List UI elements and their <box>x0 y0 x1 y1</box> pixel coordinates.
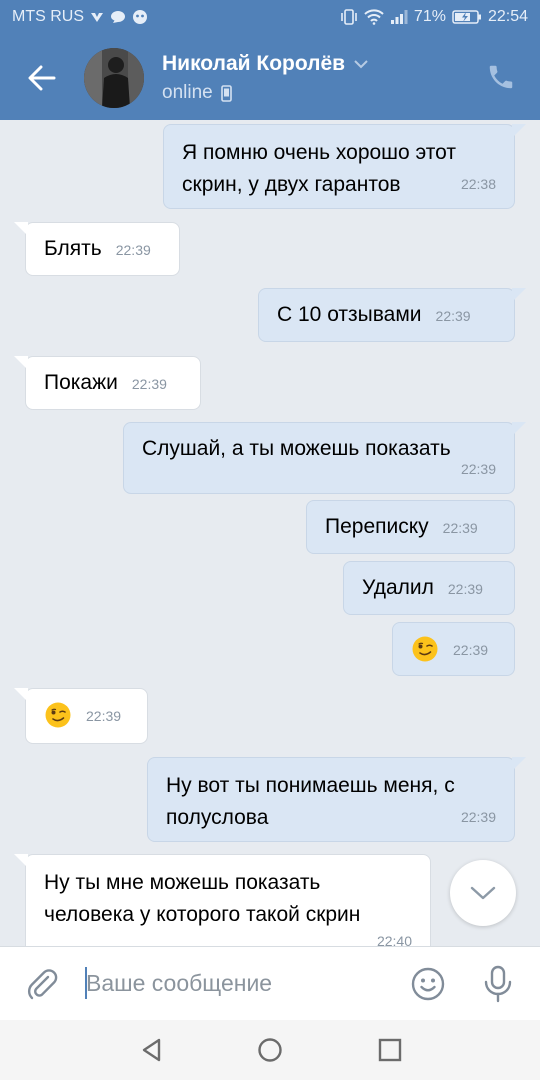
message-incoming[interactable]: Ну ты мне можешь показать человека у кот… <box>14 854 431 946</box>
clock: 22:54 <box>487 8 528 25</box>
avatar-photo <box>84 48 144 108</box>
status-left: MTS RUS <box>12 8 148 26</box>
signal-icon <box>390 10 408 24</box>
message-time: 22:39 <box>86 708 122 724</box>
bubble-tail <box>512 124 526 138</box>
message-outgoing[interactable]: Переписку 22:39 <box>306 500 515 554</box>
message-outgoing[interactable]: Слушай, а ты можешь показать 22:39 <box>123 422 526 494</box>
message-time: 22:39 <box>131 376 167 392</box>
message-text-line: скрин, у двух гарантов <box>182 173 401 196</box>
smiley-icon <box>411 967 445 1001</box>
nav-home-icon[interactable] <box>255 1035 285 1065</box>
bubble-tail <box>14 854 28 868</box>
contact-name-row[interactable]: Николай Королёв <box>162 52 369 76</box>
message-outgoing[interactable]: Я помню очень хорошо этот скрин, у двух … <box>163 124 526 209</box>
bubble-tail <box>14 222 28 236</box>
microphone-icon <box>484 965 512 1003</box>
mts-logo-icon <box>91 13 103 22</box>
message-time: 22:40 <box>376 933 412 946</box>
phone-icon <box>489 65 513 89</box>
message-time: 22:39 <box>442 520 478 536</box>
status-right: 71% 22:54 <box>340 8 528 26</box>
wifi-icon <box>364 9 384 25</box>
message-incoming[interactable]: Покажи 22:39 <box>14 356 201 410</box>
bubble-tail <box>512 757 526 771</box>
paperclip-icon <box>27 969 58 1000</box>
message-list[interactable]: Я помню очень хорошо этот скрин, у двух … <box>0 120 540 946</box>
message-text-line: Ну ты мне можешь показать <box>44 871 321 894</box>
chevron-down-icon <box>470 886 496 900</box>
call-button[interactable] <box>486 62 520 96</box>
sticker-button[interactable] <box>410 966 446 1002</box>
message-text: Блять <box>44 237 102 260</box>
message-outgoing[interactable]: Ну вот ты понимаешь меня, с полуслова 22… <box>147 757 526 842</box>
message-incoming[interactable]: 22:39 <box>14 688 148 744</box>
message-notification-icon <box>111 11 125 23</box>
scroll-to-bottom-button[interactable] <box>450 860 516 926</box>
back-button[interactable] <box>22 60 62 96</box>
message-text: Переписку <box>325 515 429 538</box>
message-text: С 10 отзывами <box>277 303 422 326</box>
message-text-line: человека у которого такой скрин <box>44 903 361 926</box>
message-time: 22:39 <box>460 809 496 825</box>
battery-percent: 71% <box>413 8 446 25</box>
message-outgoing[interactable]: Удалил 22:39 <box>343 561 515 615</box>
message-incoming[interactable]: Блять 22:39 <box>14 222 180 276</box>
contact-name: Николай Королёв <box>162 52 346 75</box>
system-nav-bar <box>0 1020 540 1080</box>
mobile-phone-icon <box>220 84 232 102</box>
carrier-label: MTS RUS <box>12 8 84 25</box>
message-input[interactable] <box>86 965 386 1001</box>
message-outgoing[interactable]: 22:39 <box>392 622 515 676</box>
message-outgoing[interactable]: С 10 отзывами 22:39 <box>258 288 526 342</box>
nav-back-icon[interactable] <box>137 1035 167 1065</box>
bubble-tail <box>14 688 28 702</box>
message-time: 22:39 <box>453 642 489 658</box>
voice-message-button[interactable] <box>480 964 516 1004</box>
back-arrow-icon <box>28 65 56 91</box>
message-time: 22:38 <box>460 176 496 192</box>
avatar[interactable] <box>84 48 144 108</box>
bubble-tail <box>512 422 526 436</box>
message-text: Удалил <box>362 576 434 599</box>
status-bar: MTS RUS 71% 22:54 <box>0 0 540 36</box>
message-text: Слушай, а ты можешь показать <box>142 437 451 460</box>
contact-status-row: online <box>162 82 232 104</box>
chat-header: Николай Королёв online <box>0 36 540 120</box>
message-composer <box>0 946 540 1020</box>
battery-icon <box>452 10 481 24</box>
winking-face-icon <box>45 702 71 728</box>
message-time: 22:39 <box>435 308 471 324</box>
contact-status: online <box>162 82 213 103</box>
message-time: 22:39 <box>447 581 483 597</box>
message-time: 22:39 <box>115 242 151 258</box>
nav-recents-icon[interactable] <box>375 1035 405 1065</box>
attach-button[interactable] <box>24 966 60 1002</box>
notification-icon <box>133 10 147 24</box>
message-text-line: полуслова <box>166 806 269 829</box>
message-text-line: Ну вот ты понимаешь меня, с <box>166 774 455 797</box>
vibrate-icon <box>341 9 357 25</box>
message-time: 22:39 <box>460 461 496 477</box>
bubble-tail <box>512 288 526 302</box>
message-text-line: Я помню очень хорошо этот <box>182 141 457 164</box>
chevron-down-icon <box>354 60 368 69</box>
message-text: Покажи <box>44 371 118 394</box>
bubble-tail <box>14 356 28 370</box>
winking-face-icon <box>412 636 438 662</box>
